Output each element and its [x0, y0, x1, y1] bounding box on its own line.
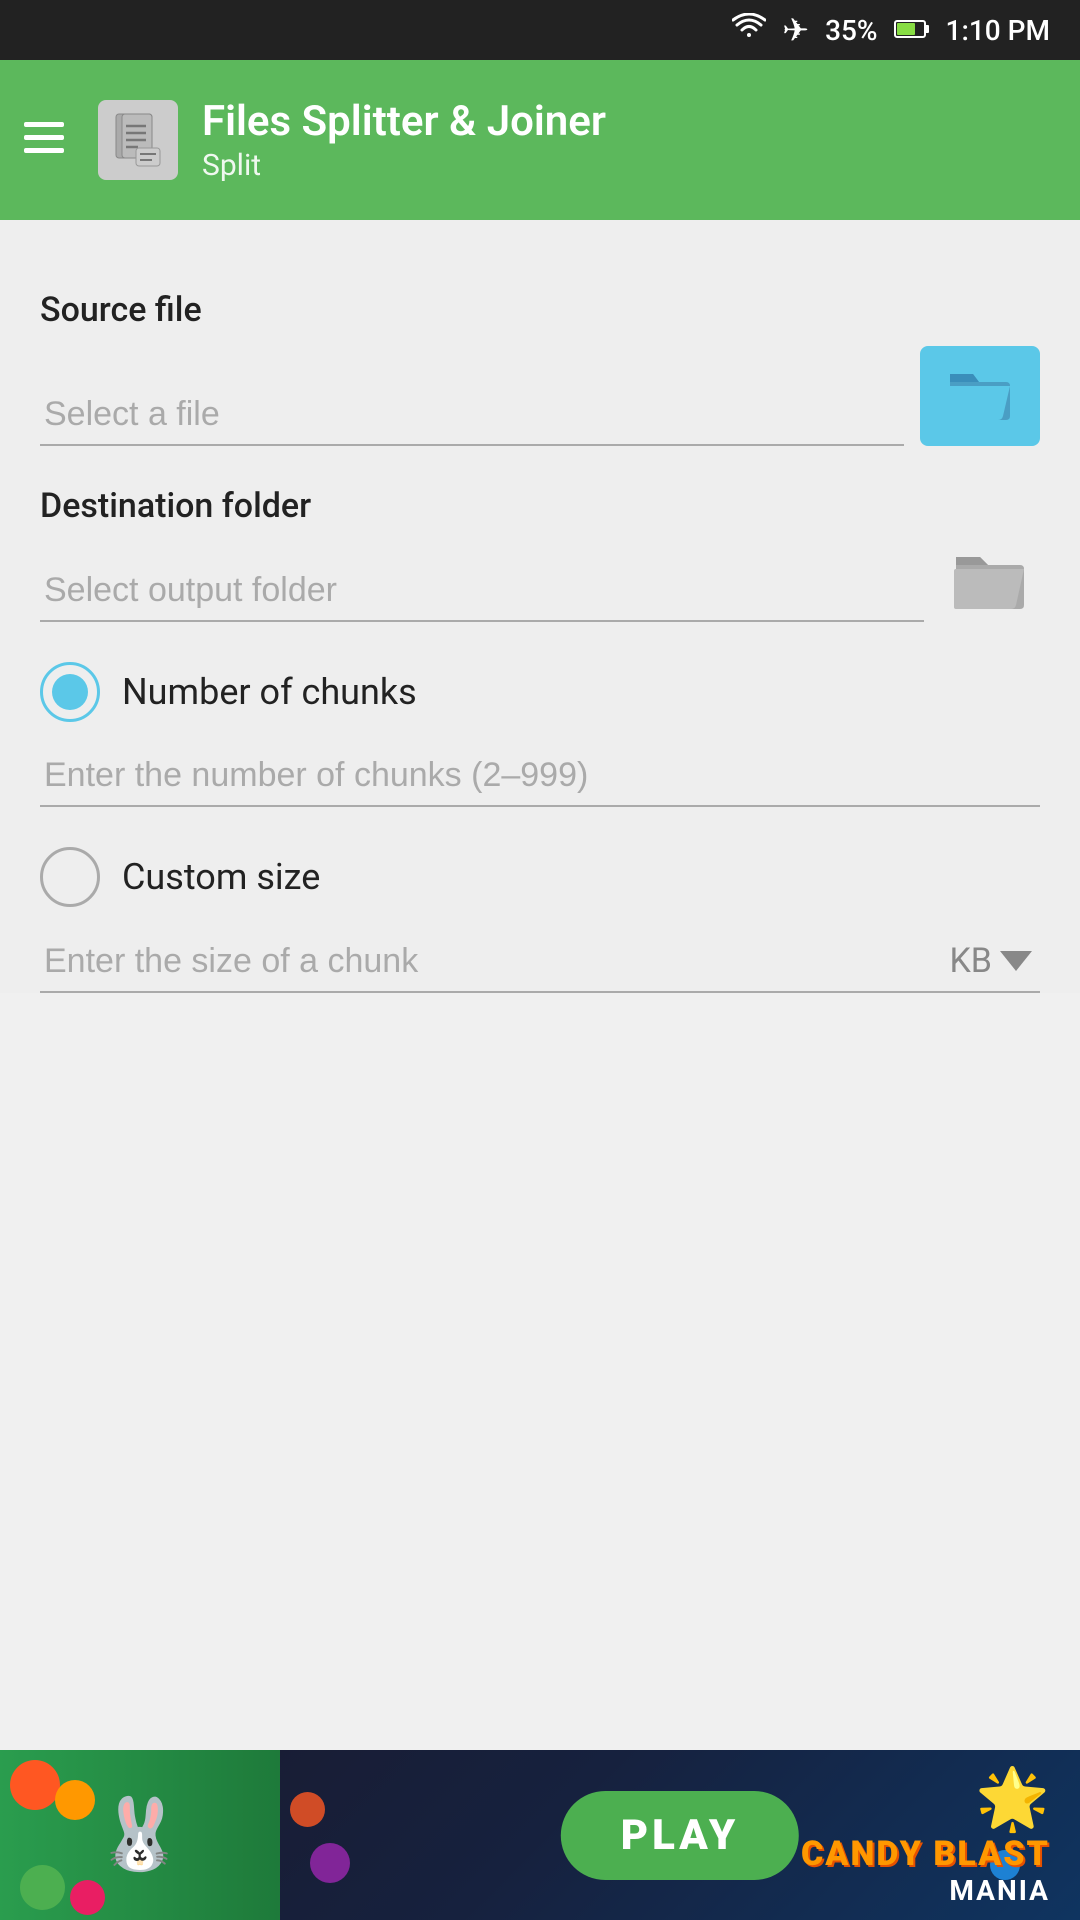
- wifi-icon: [732, 13, 766, 48]
- custom-size-radio[interactable]: [40, 847, 100, 907]
- ad-left-decoration: 🐰: [0, 1750, 280, 1920]
- dropdown-arrow-icon: [1000, 951, 1032, 971]
- ad-candy-text: CANDY BLAST: [801, 1834, 1050, 1874]
- folder-open-blue-icon: [945, 366, 1015, 426]
- custom-size-input-row: KB: [40, 931, 1040, 993]
- airplane-icon: ✈: [782, 11, 809, 49]
- source-file-browse-button[interactable]: [920, 346, 1040, 446]
- chunks-input-row: [40, 746, 1040, 807]
- time-display: 1:10 PM: [946, 14, 1050, 47]
- main-content: Source file Destination folder: [0, 220, 1080, 993]
- radio-inner-selected: [52, 674, 88, 710]
- ad-blast-text: MANIA: [949, 1874, 1050, 1907]
- app-title-group: Files Splitter & Joiner Split: [202, 97, 606, 182]
- status-bar: ✈ 35% 1:10 PM: [0, 0, 1080, 60]
- number-of-chunks-option: Number of chunks: [40, 662, 1040, 722]
- number-of-chunks-input[interactable]: [40, 746, 1040, 807]
- unit-text: KB: [949, 941, 992, 981]
- source-file-label: Source file: [40, 290, 1040, 330]
- source-file-row: [40, 346, 1040, 446]
- app-title: Files Splitter & Joiner: [202, 97, 606, 147]
- ad-banner-inner: 🐰 PLAY 🌟 CANDY BLAST MANIA: [0, 1750, 1080, 1920]
- app-header: Files Splitter & Joiner Split: [0, 60, 1080, 220]
- destination-folder-section: Destination folder: [40, 486, 1040, 622]
- battery-icon: [894, 14, 930, 47]
- source-file-input[interactable]: [40, 385, 904, 446]
- number-of-chunks-radio[interactable]: [40, 662, 100, 722]
- destination-folder-row: [40, 542, 1040, 622]
- status-icons: ✈ 35% 1:10 PM: [732, 11, 1050, 49]
- source-file-section: Source file: [40, 290, 1040, 446]
- ad-banner[interactable]: 🐰 PLAY 🌟 CANDY BLAST MANIA: [0, 1750, 1080, 1920]
- app-subtitle: Split: [202, 148, 606, 183]
- ad-play-button[interactable]: PLAY: [561, 1791, 799, 1880]
- custom-size-label: Custom size: [122, 856, 320, 898]
- folder-open-gray-icon: [950, 547, 1030, 617]
- destination-folder-browse-button[interactable]: [940, 542, 1040, 622]
- custom-size-input[interactable]: [40, 932, 941, 993]
- custom-size-option: Custom size: [40, 847, 1040, 907]
- destination-folder-input[interactable]: [40, 561, 924, 622]
- ad-play-label: PLAY: [621, 1811, 739, 1860]
- app-icon: [98, 100, 178, 180]
- battery-percent: 35%: [825, 14, 877, 47]
- hamburger-menu-icon[interactable]: [24, 116, 64, 165]
- number-of-chunks-label: Number of chunks: [122, 671, 417, 713]
- destination-folder-label: Destination folder: [40, 486, 1040, 526]
- ad-game-title: 🌟 CANDY BLAST MANIA: [801, 1763, 1050, 1907]
- unit-dropdown[interactable]: KB: [941, 931, 1040, 993]
